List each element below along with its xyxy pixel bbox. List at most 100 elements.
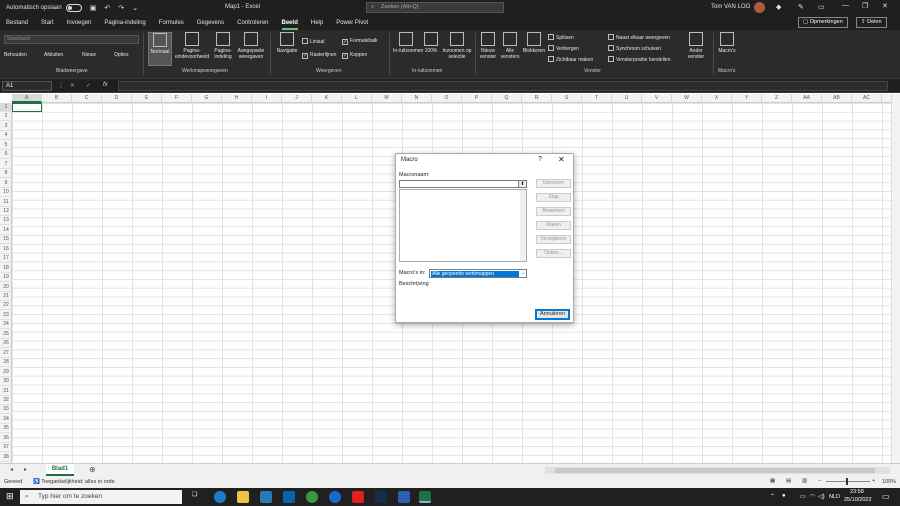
app-icon[interactable] bbox=[329, 491, 341, 503]
accessibility-status[interactable]: ♿ Toegankelijkheid: alles in orde bbox=[33, 479, 115, 485]
zoom-slider[interactable] bbox=[826, 481, 870, 482]
restore-icon[interactable]: ❐ bbox=[862, 2, 868, 10]
clock-time[interactable]: 23:58 bbox=[850, 489, 864, 495]
tab-controleren[interactable]: Controleren bbox=[237, 20, 268, 26]
column-header-aa[interactable]: AA bbox=[792, 94, 822, 103]
avatar[interactable] bbox=[754, 2, 765, 13]
row-header-6[interactable]: 6 bbox=[0, 150, 12, 160]
pagebreak-preview-button[interactable]: Pagina-eindevoorbeeld bbox=[174, 32, 210, 60]
clock-date[interactable]: 25/10/2022 bbox=[844, 497, 872, 503]
row-header-11[interactable]: 11 bbox=[0, 198, 12, 207]
column-header-f[interactable]: F bbox=[162, 94, 192, 103]
task-view-icon[interactable]: ❏ bbox=[192, 491, 197, 498]
cancel-button[interactable]: Annuleren bbox=[535, 309, 570, 320]
prev-sheet-icon[interactable]: ◂ bbox=[10, 466, 13, 473]
column-header-t[interactable]: T bbox=[582, 94, 612, 103]
column-header-x[interactable]: X bbox=[702, 94, 732, 103]
autosave-toggle[interactable] bbox=[65, 3, 82, 12]
new-window-button[interactable]: Nieuw venster bbox=[478, 32, 498, 60]
column-header-i[interactable]: I bbox=[252, 94, 282, 103]
pagebreak-status-icon[interactable]: ▥ bbox=[802, 478, 807, 484]
search-box[interactable]: ⌕ Zoeken (Alt+Q) bbox=[366, 2, 504, 13]
column-header-ac[interactable]: AC bbox=[852, 94, 882, 103]
row-header-12[interactable]: 12 bbox=[0, 207, 12, 216]
enter-icon[interactable]: ✓ bbox=[86, 82, 91, 89]
undo-icon[interactable]: ↶ bbox=[104, 4, 110, 12]
column-header-y[interactable]: Y bbox=[732, 94, 762, 103]
row-header-29[interactable]: 29 bbox=[0, 368, 12, 377]
macro-name-upload-icon[interactable]: ⬆ bbox=[518, 180, 527, 188]
function-icon[interactable]: fx bbox=[103, 82, 108, 88]
column-header-w[interactable]: W bbox=[672, 94, 702, 103]
row-header-36[interactable]: 36 bbox=[0, 434, 12, 443]
language-indicator[interactable]: NLD bbox=[829, 494, 840, 500]
column-header-m[interactable]: M bbox=[372, 94, 402, 103]
row-header-13[interactable]: 13 bbox=[0, 216, 12, 226]
column-header-o[interactable]: O bbox=[432, 94, 462, 103]
row-header-21[interactable]: 21 bbox=[0, 292, 12, 301]
hide-button[interactable]: Verbergen bbox=[548, 45, 579, 52]
column-header-h[interactable]: H bbox=[222, 94, 252, 103]
zoom-slider-thumb[interactable] bbox=[846, 478, 848, 485]
network-icon[interactable]: ◠ bbox=[810, 493, 815, 500]
ribbon-display-icon[interactable]: ▭ bbox=[818, 3, 825, 11]
close-dialog-icon[interactable]: ✕ bbox=[558, 155, 565, 164]
column-header-e[interactable]: E bbox=[132, 94, 162, 103]
add-sheet-icon[interactable]: ⊕ bbox=[89, 465, 96, 474]
row-header-23[interactable]: 23 bbox=[0, 311, 12, 320]
unhide-button[interactable]: Zichtbaar maken bbox=[548, 56, 593, 63]
macro-name-input[interactable] bbox=[399, 180, 527, 188]
photoshop-icon[interactable] bbox=[375, 491, 387, 503]
row-header-10[interactable]: 10 bbox=[0, 188, 12, 198]
run-button[interactable]: Uitvoeren bbox=[536, 179, 571, 188]
column-header-p[interactable]: P bbox=[462, 94, 492, 103]
side-by-side-button[interactable]: Naast elkaar weergeven bbox=[608, 34, 670, 41]
notifications-icon[interactable]: ▭ bbox=[882, 492, 890, 501]
normal-view-button[interactable]: Normaal bbox=[148, 32, 172, 66]
gem-icon[interactable]: ◆ bbox=[776, 3, 781, 11]
tab-formules[interactable]: Formules bbox=[159, 20, 184, 26]
row-header-25[interactable]: 25 bbox=[0, 330, 12, 339]
redo-icon[interactable]: ↷ bbox=[118, 4, 124, 12]
store-icon[interactable] bbox=[260, 491, 272, 503]
page-layout-button[interactable]: Pagina-indeling bbox=[212, 32, 234, 60]
sheetview-options-button[interactable]: Opties bbox=[114, 52, 128, 58]
row-header-14[interactable]: 14 bbox=[0, 226, 12, 235]
reset-position-button[interactable]: Vensterpositie herstellen bbox=[608, 56, 670, 63]
horizontal-scroll-thumb[interactable] bbox=[555, 468, 875, 473]
zoom-in-icon[interactable]: + bbox=[872, 478, 875, 484]
formulabar-checkbox[interactable]: ✓ Formulebalk bbox=[342, 38, 378, 45]
exit-button[interactable]: Afsluiten bbox=[44, 52, 63, 58]
horizontal-scrollbar[interactable] bbox=[545, 467, 890, 474]
battery-icon[interactable]: ▭ bbox=[800, 493, 806, 500]
new-sheetview-button[interactable]: Nieuw bbox=[82, 52, 96, 58]
row-header-35[interactable]: 35 bbox=[0, 424, 12, 434]
macro-list-scrollbar[interactable] bbox=[520, 190, 526, 261]
tab-help[interactable]: Help bbox=[311, 20, 323, 26]
help-icon[interactable]: ? bbox=[538, 156, 542, 163]
row-header-16[interactable]: 16 bbox=[0, 245, 12, 254]
zoom-out-icon[interactable]: − bbox=[818, 478, 821, 484]
row-header-28[interactable]: 28 bbox=[0, 358, 12, 368]
tab-gegevens[interactable]: Gegevens bbox=[197, 20, 224, 26]
zoom-level[interactable]: 100% bbox=[882, 479, 896, 485]
column-header-k[interactable]: K bbox=[312, 94, 342, 103]
row-header-31[interactable]: 31 bbox=[0, 387, 12, 396]
column-header-q[interactable]: Q bbox=[492, 94, 522, 103]
next-sheet-icon[interactable]: ▸ bbox=[24, 466, 27, 473]
row-header-2[interactable]: 2 bbox=[0, 112, 12, 122]
windows-start-icon[interactable]: ⊞ bbox=[6, 491, 14, 502]
column-header-s[interactable]: S bbox=[552, 94, 582, 103]
create-button[interactable]: Maken bbox=[536, 221, 571, 230]
row-header-24[interactable]: 24 bbox=[0, 320, 12, 330]
minimize-icon[interactable]: — bbox=[842, 2, 849, 9]
row-header-8[interactable]: 8 bbox=[0, 169, 12, 179]
tab-pagina-indeling[interactable]: Pagina-indeling bbox=[104, 20, 145, 26]
share-button[interactable]: ⇪ Delen bbox=[856, 17, 887, 28]
row-header-32[interactable]: 32 bbox=[0, 396, 12, 405]
normal-view-status-icon[interactable]: ▦ bbox=[770, 478, 775, 484]
row-header-22[interactable]: 22 bbox=[0, 301, 12, 311]
row-header-18[interactable]: 18 bbox=[0, 264, 12, 273]
column-header-r[interactable]: R bbox=[522, 94, 552, 103]
name-box[interactable]: A1 bbox=[2, 81, 52, 91]
